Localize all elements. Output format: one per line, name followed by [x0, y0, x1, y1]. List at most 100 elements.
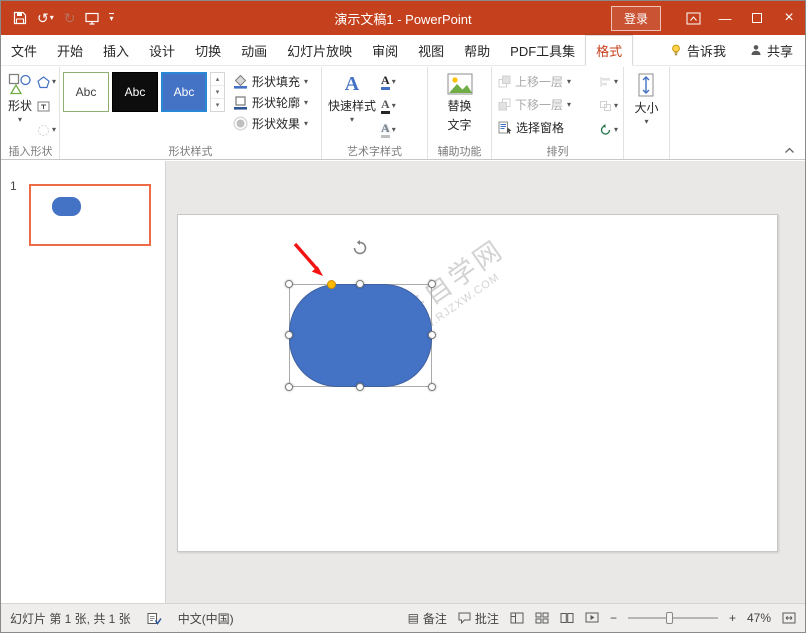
- resize-handle-bottom-center[interactable]: [356, 383, 364, 391]
- shape-outline-button[interactable]: 形状轮廓 ▾: [230, 92, 311, 113]
- tab-pdf-tools[interactable]: PDF工具集: [500, 35, 585, 65]
- comments-button[interactable]: 批注: [458, 610, 499, 627]
- shape-effects-icon: [233, 116, 248, 131]
- zoom-slider[interactable]: [628, 617, 718, 619]
- tab-slideshow[interactable]: 幻灯片放映: [277, 35, 362, 65]
- spell-check-button[interactable]: [147, 612, 162, 625]
- maximize-button[interactable]: [741, 1, 773, 35]
- resize-handle-top-center[interactable]: [356, 280, 364, 288]
- selection-pane-button[interactable]: 选择窗格: [495, 116, 597, 139]
- rotation-handle[interactable]: [352, 240, 368, 256]
- minimize-button[interactable]: —: [709, 1, 741, 35]
- bring-forward-button[interactable]: 上移一层 ▾: [495, 70, 597, 93]
- editing-canvas[interactable]: 软件自学网 WWW.RJZXW.COM: [166, 161, 805, 603]
- merge-shapes-icon: [37, 124, 50, 137]
- tell-me-button[interactable]: 告诉我: [658, 35, 738, 65]
- shape-style-option-1[interactable]: Abc: [63, 72, 109, 112]
- shape-effects-button[interactable]: 形状效果 ▾: [230, 113, 311, 134]
- close-button[interactable]: ×: [773, 1, 805, 35]
- language-indicator[interactable]: 中文(中国): [178, 610, 234, 627]
- notes-button[interactable]: ▤ 备注: [408, 610, 447, 627]
- redo-button[interactable]: ↻: [64, 11, 76, 25]
- merge-shapes-button[interactable]: ▾: [35, 118, 58, 142]
- group-objects-caret-icon: ▾: [614, 102, 618, 110]
- group-objects-button[interactable]: ▾: [597, 94, 620, 118]
- save-button[interactable]: [13, 11, 27, 25]
- slide-sorter-view-button[interactable]: [535, 612, 549, 624]
- spell-check-icon: [147, 612, 162, 625]
- zoom-percent[interactable]: 47%: [747, 611, 771, 625]
- start-from-beginning-button[interactable]: [85, 12, 99, 25]
- slideshow-view-button[interactable]: [585, 612, 599, 624]
- tab-help[interactable]: 帮助: [454, 35, 500, 65]
- login-button[interactable]: 登录: [611, 6, 661, 31]
- align-button[interactable]: ▾: [597, 70, 620, 94]
- text-effects-button[interactable]: A ▾: [379, 118, 398, 142]
- alt-text-label-1: 替换: [447, 97, 471, 114]
- text-outline-button[interactable]: A ▾: [379, 94, 398, 118]
- align-caret-icon: ▾: [614, 78, 618, 86]
- tab-design[interactable]: 设计: [139, 35, 185, 65]
- tab-view[interactable]: 视图: [408, 35, 454, 65]
- titlebar: ↺ ▾ ↻ ▾ 演示文稿1 - PowerPoint 登录 — ×: [1, 1, 805, 35]
- bring-forward-caret-icon: ▾: [567, 78, 571, 86]
- save-icon: [13, 11, 27, 25]
- gallery-scroll-down-button[interactable]: ▾: [211, 86, 224, 99]
- tab-home[interactable]: 开始: [47, 35, 93, 65]
- shape-style-option-3-selected[interactable]: Abc: [161, 72, 207, 112]
- status-left: 幻灯片 第 1 张, 共 1 张 中文(中国): [1, 610, 234, 627]
- tab-transitions[interactable]: 切换: [185, 35, 231, 65]
- undo-button[interactable]: ↺ ▾: [37, 11, 54, 25]
- gallery-scroll-up-button[interactable]: ▴: [211, 73, 224, 86]
- rotate-objects-caret-icon: ▾: [614, 126, 618, 134]
- fit-to-window-button[interactable]: [782, 612, 796, 624]
- bring-forward-icon: [498, 75, 511, 88]
- zoom-out-button[interactable]: −: [610, 611, 617, 625]
- resize-handle-bottom-left[interactable]: [285, 383, 293, 391]
- zoom-in-button[interactable]: +: [729, 611, 736, 625]
- tab-format[interactable]: 格式: [585, 35, 633, 66]
- slide-indicator[interactable]: 幻灯片 第 1 张, 共 1 张: [10, 610, 131, 627]
- customize-qat-button[interactable]: ▾: [109, 13, 113, 23]
- alt-text-button[interactable]: 替换 文字: [444, 70, 476, 133]
- slide-thumbnail-selected[interactable]: [29, 184, 151, 246]
- customize-qat-icon: ▾: [109, 13, 113, 23]
- tab-review[interactable]: 审阅: [362, 35, 408, 65]
- slide[interactable]: 软件自学网 WWW.RJZXW.COM: [177, 214, 778, 552]
- send-backward-icon: [498, 98, 511, 111]
- tab-animations[interactable]: 动画: [231, 35, 277, 65]
- shape-style-option-2[interactable]: Abc: [112, 72, 158, 112]
- style-sample-label: Abc: [125, 85, 146, 99]
- powerpoint-window: ↺ ▾ ↻ ▾ 演示文稿1 - PowerPoint 登录 — × 文件: [0, 0, 806, 633]
- send-backward-button[interactable]: 下移一层 ▾: [495, 93, 597, 116]
- shape-effects-caret-icon: ▾: [304, 120, 308, 128]
- shape-style-gallery: Abc Abc Abc ▴ ▾ ▾: [63, 70, 225, 112]
- share-button[interactable]: 共享: [738, 35, 805, 65]
- ribbon-display-options-button[interactable]: [677, 1, 709, 35]
- tab-file[interactable]: 文件: [1, 35, 47, 65]
- gallery-more-button[interactable]: ▾: [211, 99, 224, 111]
- ribbon-display-options-icon: [686, 12, 701, 25]
- resize-handle-top-right[interactable]: [428, 280, 436, 288]
- rounded-rectangle-shape[interactable]: [289, 284, 432, 387]
- normal-view-button[interactable]: [510, 612, 524, 624]
- resize-handle-middle-right[interactable]: [428, 331, 436, 339]
- quick-styles-button[interactable]: A 快速样式 ▾: [325, 70, 379, 124]
- reading-view-button[interactable]: [560, 612, 574, 624]
- collapse-ribbon-button[interactable]: [784, 147, 795, 154]
- size-button[interactable]: 大小 ▾: [631, 70, 661, 126]
- shape-fill-button[interactable]: 形状填充 ▾: [230, 71, 311, 92]
- edit-shape-button[interactable]: ▾: [35, 70, 58, 94]
- group-label-arrange: 排列: [495, 142, 620, 159]
- text-fill-button[interactable]: A ▾: [379, 70, 398, 94]
- text-effects-caret-icon: ▾: [392, 126, 396, 134]
- resize-handle-bottom-right[interactable]: [428, 383, 436, 391]
- merge-shapes-caret-icon: ▾: [52, 126, 56, 134]
- tab-insert[interactable]: 插入: [93, 35, 139, 65]
- text-box-button[interactable]: [35, 94, 58, 118]
- zoom-slider-handle[interactable]: [666, 612, 673, 624]
- rotate-objects-button[interactable]: ▾: [597, 118, 620, 142]
- shapes-button[interactable]: 形状 ▾: [5, 70, 35, 124]
- shape-effects-label: 形状效果: [252, 115, 300, 132]
- resize-handle-middle-left[interactable]: [285, 331, 293, 339]
